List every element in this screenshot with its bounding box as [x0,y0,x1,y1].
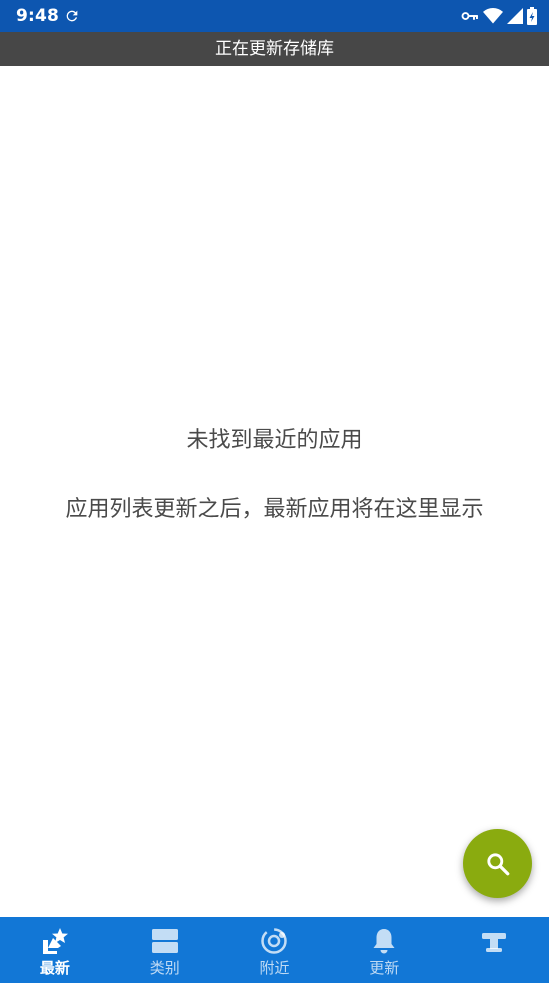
screen: 9:48 正在更新存储库 未找到最近的应用 应用列表更新之后，最新应用将在这里显… [0,0,549,983]
search-button[interactable] [463,829,532,898]
nav-label-latest: 最新 [39,959,70,977]
nav-item-categories[interactable]: 类别 [110,917,220,983]
nav-label-categories: 类别 [149,959,180,977]
sync-icon [66,10,78,22]
nav-label-nearby: 附近 [259,959,290,977]
settings-icon [482,933,507,952]
empty-state-title: 未找到最近的应用 [186,428,363,453]
nearby-icon [261,928,288,954]
categories-icon [151,929,178,953]
status-icons [461,7,537,25]
repo-update-banner: 正在更新存储库 [0,32,549,66]
bell-icon [373,929,395,954]
bottom-navigation: 最新 类别 附近 更新 [0,917,549,983]
battery-charging-icon [527,7,537,25]
latest-star-icon [42,928,68,954]
search-icon [486,852,509,875]
status-time: 9:48 [16,6,60,26]
nav-item-latest[interactable]: 最新 [0,917,110,983]
empty-state-description: 应用列表更新之后，最新应用将在这里显示 [65,497,484,522]
status-bar: 9:48 [0,0,549,32]
nav-item-settings[interactable] [439,917,549,983]
nav-item-updates[interactable]: 更新 [329,917,439,983]
empty-state: 未找到最近的应用 应用列表更新之后，最新应用将在这里显示 [0,420,549,528]
nav-label-updates: 更新 [369,959,400,977]
nav-item-nearby[interactable]: 附近 [220,917,330,983]
signal-icon [507,8,523,24]
wifi-icon [483,8,503,24]
vpn-key-icon [461,12,478,20]
